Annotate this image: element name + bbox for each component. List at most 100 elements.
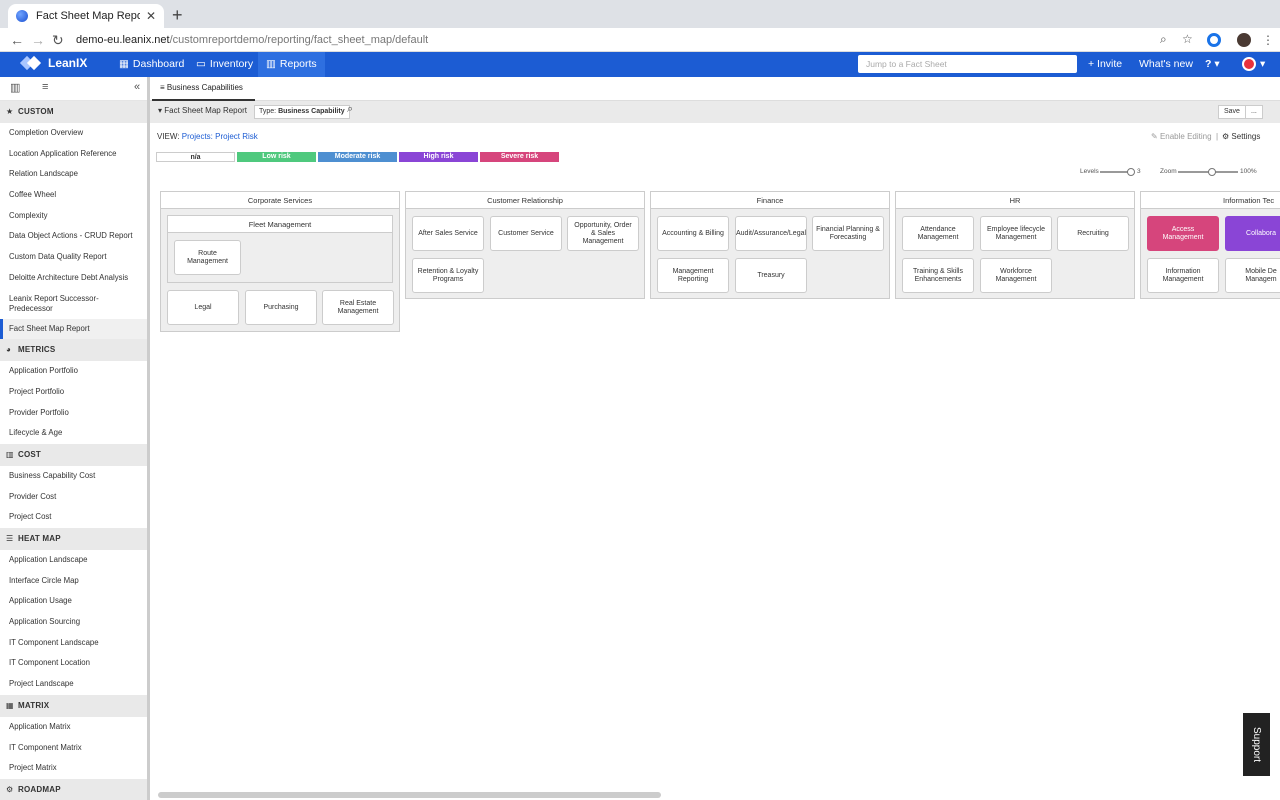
capability-box[interactable]: Financial Planning & Forecasting [812, 216, 884, 251]
whats-new-link[interactable]: What's new [1139, 52, 1193, 77]
search-icon[interactable]: ⌕ [347, 103, 353, 116]
sidebar-group-metrics[interactable]: ◕ METRICS [0, 339, 147, 362]
sidebar-item[interactable]: Application Matrix [0, 717, 147, 738]
new-tab-icon[interactable]: + [172, 4, 183, 26]
sidebar-item[interactable]: IT Component Matrix [0, 738, 147, 759]
more-button[interactable]: ... [1245, 105, 1263, 119]
capability-box[interactable]: Training & Skills Enhancements [902, 258, 974, 293]
sidebar-item[interactable]: Relation Landscape [0, 164, 147, 185]
close-tab-icon[interactable]: ✕ [146, 9, 156, 23]
sidebar-item[interactable]: Project Matrix [0, 758, 147, 779]
extension-icon[interactable] [1207, 33, 1221, 47]
sidebar-item[interactable]: IT Component Location [0, 653, 147, 674]
bookmark-star-icon[interactable]: ☆ [1182, 32, 1193, 46]
sidebar-item[interactable]: Leanix Report Successor-Predecessor [0, 289, 147, 319]
save-button[interactable]: Save [1218, 105, 1246, 119]
view-link[interactable]: Projects: Project Risk [182, 132, 258, 141]
legend-item[interactable]: n/a [156, 152, 235, 162]
report-selector[interactable]: ▾ Fact Sheet Map Report [158, 106, 247, 115]
capability-box[interactable]: Opportunity, Order & Sales Management [567, 216, 639, 251]
sidebar-item[interactable]: Completion Overview [0, 123, 147, 144]
user-avatar[interactable] [1242, 57, 1256, 71]
profile-avatar-icon[interactable] [1237, 33, 1251, 47]
jump-search-input[interactable]: Jump to a Fact Sheet [858, 55, 1077, 73]
nav-reports[interactable]: ▥ Reports [258, 52, 325, 77]
sidebar-item[interactable]: Provider Portfolio [0, 403, 147, 424]
capability-box[interactable]: After Sales Service [412, 216, 484, 251]
sidebar-item[interactable]: Application Usage [0, 591, 147, 612]
sidebar-item[interactable]: Coffee Wheel [0, 185, 147, 206]
chart-view-icon[interactable]: ▥ [10, 81, 20, 94]
zoom-slider-handle[interactable] [1208, 168, 1216, 176]
sidebar-group-matrix[interactable]: ▦ MATRIX [0, 694, 147, 717]
capability-box[interactable]: Attendance Management [902, 216, 974, 251]
filter-icon[interactable]: ≡ [42, 81, 48, 93]
sidebar-item[interactable]: Business Capability Cost [0, 466, 147, 487]
tab-business-capabilities[interactable]: ≡ Business Capabilities [152, 77, 255, 101]
capability-box[interactable]: Accounting & Billing [657, 216, 729, 251]
browser-tab[interactable]: Fact Sheet Map Report | LeanIX ✕ [8, 4, 164, 28]
capability-box[interactable]: Legal [167, 290, 239, 325]
capability-box[interactable]: Audit/Assurance/Legal [735, 216, 807, 251]
nav-dashboard[interactable]: ▦ Dashboard [111, 52, 192, 77]
sidebar-item[interactable]: Application Portfolio [0, 361, 147, 382]
capability-box[interactable]: Real Estate Management [322, 290, 394, 325]
sidebar-item[interactable]: Interface Circle Map [0, 571, 147, 592]
sidebar-item[interactable]: Project Landscape [0, 674, 147, 695]
zoom-icon[interactable]: ⌕ [1160, 32, 1167, 47]
legend-item[interactable]: High risk [399, 152, 478, 162]
category-title: Corporate Services [161, 192, 399, 209]
sidebar-item[interactable]: Provider Cost [0, 487, 147, 508]
invite-link[interactable]: + Invite [1088, 52, 1122, 77]
support-button[interactable]: Support [1243, 713, 1270, 776]
leanix-logo[interactable]: LeanIX [22, 56, 87, 70]
settings-link[interactable]: ⚙ Settings [1222, 132, 1260, 141]
levels-slider-handle[interactable] [1127, 168, 1135, 176]
capability-box[interactable]: Customer Service [490, 216, 562, 251]
collapse-sidebar-icon[interactable]: « [134, 81, 140, 93]
enable-editing-link[interactable]: ✎ Enable Editing [1151, 132, 1212, 141]
help-menu-icon[interactable]: ? ▾ [1205, 52, 1220, 77]
sidebar-group-cost[interactable]: ▥ COST [0, 443, 147, 466]
capability-box[interactable]: Route Management [174, 240, 241, 275]
reload-icon[interactable]: ↻ [52, 31, 64, 49]
sidebar-item[interactable]: Location Application Reference [0, 144, 147, 165]
browser-menu-icon[interactable]: ⋮ [1262, 33, 1274, 47]
sidebar-group-custom[interactable]: ★ CUSTOM [0, 101, 147, 123]
back-icon[interactable]: ← [10, 31, 24, 49]
nav-inventory[interactable]: ▭ Inventory [188, 52, 261, 77]
capability-box[interactable]: Information Management [1147, 258, 1219, 293]
sidebar-item[interactable]: IT Component Landscape [0, 633, 147, 654]
sidebar-item[interactable]: Fact Sheet Map Report [0, 318, 147, 340]
capability-box[interactable]: Purchasing [245, 290, 317, 325]
sidebar-item[interactable]: Application Sourcing [0, 612, 147, 633]
sidebar-group-heat-map[interactable]: ☰ HEAT MAP [0, 528, 147, 550]
url-field[interactable]: demo-eu.leanix.net/customreportdemo/repo… [76, 31, 1196, 49]
sidebar-group-roadmap[interactable]: ⚙ ROADMAP [0, 778, 147, 800]
user-menu-chevron-icon[interactable]: ▾ [1260, 52, 1265, 77]
legend-item[interactable]: Low risk [237, 152, 316, 162]
capability-box[interactable]: Workforce Management [980, 258, 1052, 293]
sidebar-item[interactable]: Complexity [0, 206, 147, 227]
legend-item[interactable]: Moderate risk [318, 152, 397, 162]
capability-box-high[interactable]: Collabora [1225, 216, 1280, 251]
sidebar-item[interactable]: Application Landscape [0, 550, 147, 571]
capability-box[interactable]: Treasury [735, 258, 807, 293]
sidebar-item[interactable]: Data Object Actions - CRUD Report [0, 226, 147, 247]
sidebar-item[interactable]: Custom Data Quality Report [0, 247, 147, 268]
horizontal-scrollbar[interactable] [158, 792, 661, 798]
capability-box[interactable]: Mobile De Managem [1225, 258, 1280, 293]
sidebar-item[interactable]: Project Cost [0, 507, 147, 528]
sidebar-group-icon: ▦ [6, 700, 14, 710]
sidebar-item[interactable]: Deloitte Architecture Debt Analysis [0, 268, 147, 289]
capability-box[interactable]: Recruiting [1057, 216, 1129, 251]
forward-icon[interactable]: → [31, 31, 45, 49]
sidebar-item[interactable]: Lifecycle & Age [0, 423, 147, 444]
type-filter[interactable]: Type: Business Capability [254, 105, 350, 119]
capability-box[interactable]: Employee lifecycle Management [980, 216, 1052, 251]
legend-item[interactable]: Severe risk [480, 152, 559, 162]
capability-box-severe[interactable]: Access Management [1147, 216, 1219, 251]
capability-box[interactable]: Retention & Loyalty Programs [412, 258, 484, 293]
capability-box[interactable]: Management Reporting [657, 258, 729, 293]
sidebar-item[interactable]: Project Portfolio [0, 382, 147, 403]
